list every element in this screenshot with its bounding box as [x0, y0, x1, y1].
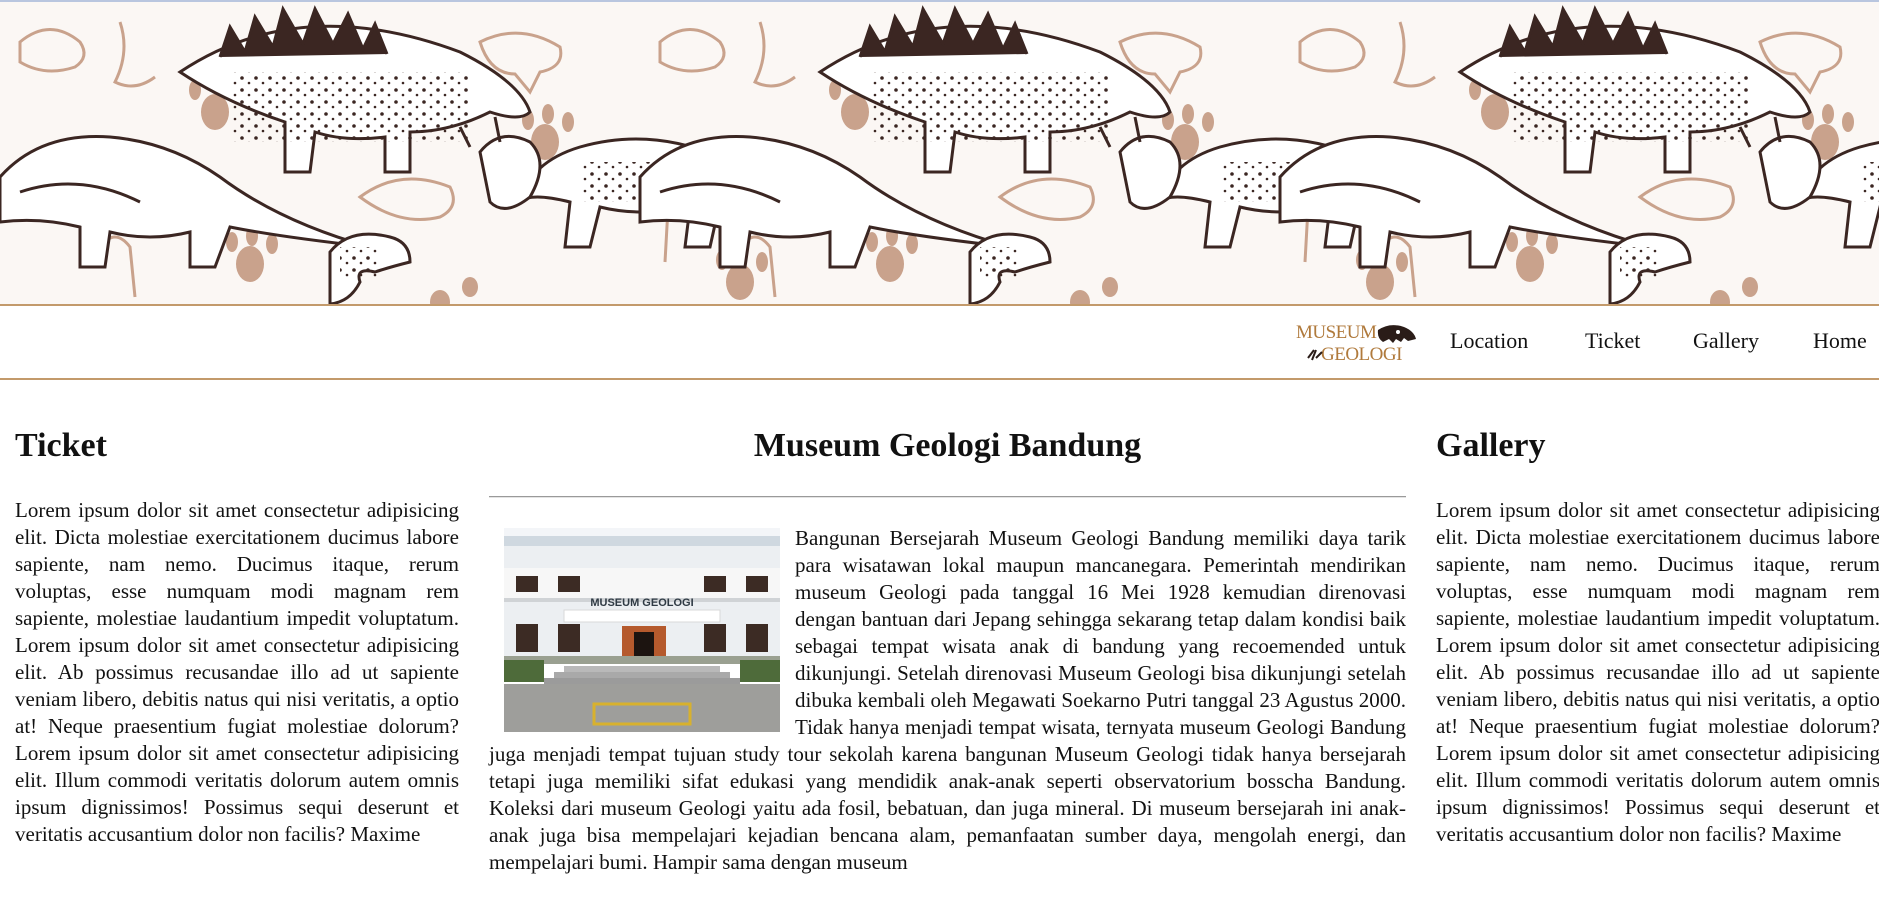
- nav-ticket-link[interactable]: Ticket: [1585, 328, 1640, 354]
- nav-gallery-link[interactable]: Gallery: [1693, 328, 1759, 354]
- ticket-paragraph: Lorem ipsum dolor sit amet consectetur a…: [15, 498, 459, 846]
- title-divider: [489, 496, 1406, 498]
- page-title: Museum Geologi Bandung: [753, 427, 1142, 464]
- ticket-heading: Ticket: [15, 427, 107, 464]
- museum-building-photo: MUSEUM GEOLOGI: [504, 528, 780, 732]
- gallery-heading: Gallery: [1436, 427, 1546, 464]
- article-body: MUSEUM GEOLOGI Bangunan Bersejarah Museu…: [489, 525, 1406, 876]
- nav-location-link[interactable]: Location: [1450, 328, 1528, 354]
- dinosaur-pattern-illustration: [0, 7, 1879, 304]
- nav-home-link[interactable]: Home: [1813, 328, 1867, 354]
- museum-geologi-logo[interactable]: MUSEUM GEOLOGI: [1294, 314, 1420, 370]
- dinosaur-skull-icon: [1307, 325, 1416, 361]
- photo-building-sign: MUSEUM GEOLOGI: [590, 597, 693, 609]
- dinosaur-banner: [0, 2, 1879, 306]
- gallery-paragraph: Lorem ipsum dolor sit amet consectetur a…: [1436, 498, 1879, 846]
- navbar: MUSEUM GEOLOGI Location Ticket Gallery H…: [0, 306, 1879, 380]
